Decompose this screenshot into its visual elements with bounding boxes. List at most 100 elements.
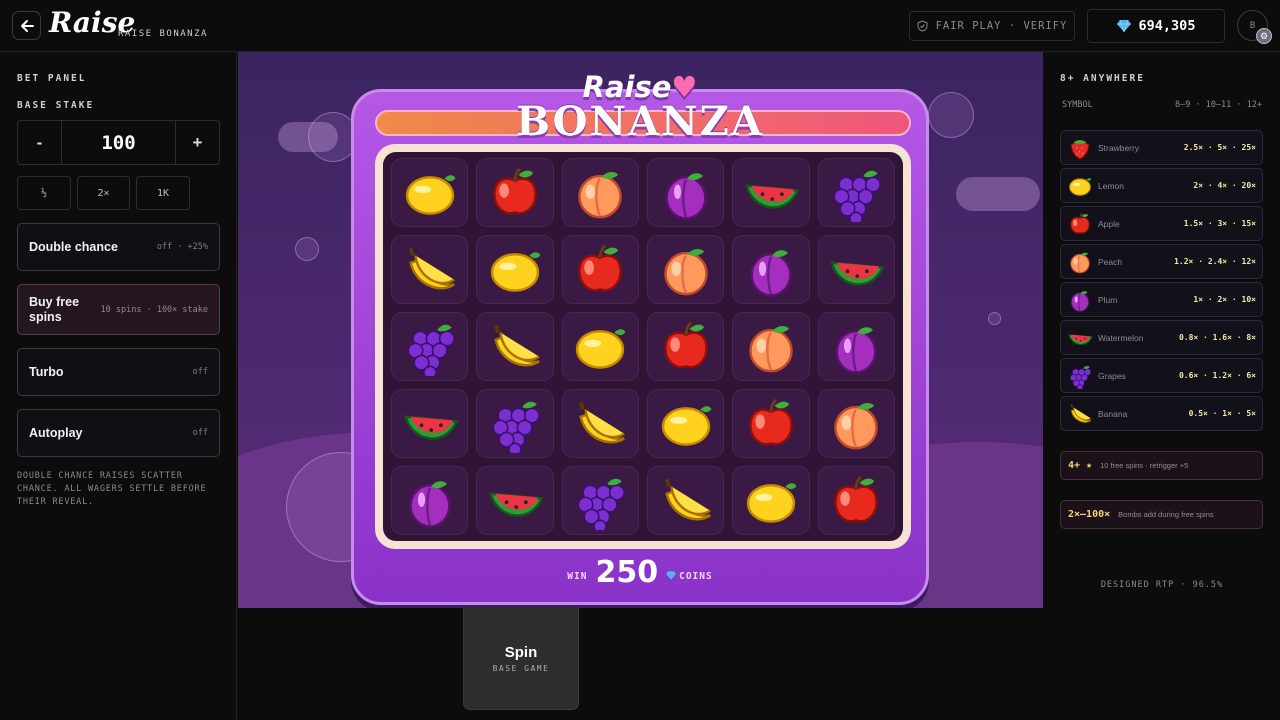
buy-free-spins-status: 10 spins · 100× stake [100, 304, 208, 315]
shield-check-icon [917, 20, 928, 32]
plum-icon [835, 326, 877, 374]
symbol-name: Apple [1098, 218, 1120, 229]
reel-cell [817, 158, 895, 227]
reel-cell [476, 312, 554, 381]
stake-decrease-button[interactable]: - [18, 121, 61, 164]
peach-icon [834, 402, 879, 449]
bomb-feature-row: 2×–100× Bombs add during free spins [1060, 500, 1263, 529]
grapes-icon [407, 324, 455, 376]
buy-free-spins-label: Buy free spins [29, 294, 80, 324]
banana-icon [408, 247, 455, 289]
reel-cell [732, 312, 810, 381]
autoplay-status: off [192, 428, 208, 438]
reel-cell [391, 312, 469, 381]
watermelon-icon [1065, 323, 1095, 353]
lemon-icon [1065, 171, 1095, 201]
spin-button[interactable]: Spin BASE GAME [463, 607, 579, 710]
apple-icon [493, 167, 537, 214]
stake-stepper: - 100 + [17, 120, 220, 165]
stake-half-button[interactable]: ½ [17, 176, 71, 210]
autoplay-toggle[interactable]: Autoplay off [17, 409, 220, 457]
symbol-name: Banana [1098, 408, 1128, 419]
paytable-row: Watermelon 0.8× · 1.6× · 8× [1060, 320, 1263, 355]
apple-icon [663, 321, 708, 368]
reel-cell [732, 389, 810, 458]
double-chance-toggle[interactable]: Double chance off · +25% [17, 223, 220, 271]
reel-grid [383, 152, 903, 541]
background-bubble [988, 312, 1001, 325]
avatar-badge-icon: ⚙ [1256, 28, 1272, 44]
coins-label: COINS [666, 571, 713, 582]
buy-free-spins-button[interactable]: Buy free spins 10 spins · 100× stake [17, 284, 220, 335]
plum-icon [750, 249, 792, 297]
watermelon-icon [745, 183, 800, 209]
background-cloud [956, 177, 1040, 211]
balance-value: 694,305 [1138, 18, 1196, 34]
symbol-payout: 2× · 4× · 20× [1193, 181, 1256, 190]
scatter-feature-row: 4+ ★ 10 free spins · retrigger +5 [1060, 451, 1263, 480]
turbo-toggle[interactable]: Turbo off [17, 348, 220, 396]
reel-cell [476, 466, 554, 535]
reel-cell [561, 389, 639, 458]
reel-cell [647, 389, 725, 458]
reel-cell [647, 466, 725, 535]
symbol-payout: 0.5× · 1× · 5× [1188, 409, 1256, 418]
symbol-name: Watermelon [1098, 332, 1144, 343]
background-bubble [295, 237, 319, 261]
game-name: RAISE BONANZA [118, 29, 208, 39]
stake-increase-button[interactable]: + [176, 121, 219, 164]
slot-machine-frame: Raise♥ BONANZA WIN 250 COINS [351, 70, 929, 605]
rtp-label: DESIGNED RTP · 96.5% [1100, 580, 1224, 590]
stake-double-button[interactable]: 2× [77, 176, 130, 210]
autoplay-label: Autoplay [29, 425, 83, 440]
watermelon-icon [830, 260, 885, 286]
fair-play-button[interactable]: FAIR PLAY · VERIFY [909, 11, 1075, 41]
symbol-payout: 1.2× · 2.4× · 12× [1174, 257, 1256, 266]
win-display: WIN 250 COINS [354, 552, 926, 592]
plum-icon [409, 480, 451, 528]
reel-cell [476, 235, 554, 304]
watermelon-icon [403, 414, 459, 440]
stake-value[interactable]: 100 [61, 121, 176, 164]
scatter-feature-key: 4+ ★ [1068, 460, 1093, 471]
avatar-initial: B [1249, 20, 1256, 31]
reel-cell [561, 158, 639, 227]
reel-cell [391, 158, 469, 227]
bet-note: DOUBLE CHANCE RAISES SCATTER CHANCE. ALL… [17, 471, 207, 507]
back-button[interactable] [12, 11, 41, 40]
reel-cell [561, 466, 639, 535]
turbo-status: off [192, 367, 208, 377]
stake-1k-button[interactable]: 1K [136, 176, 190, 210]
paytable-row: Strawberry 2.5× · 5× · 25× [1060, 130, 1263, 165]
symbol-name: Strawberry [1098, 142, 1140, 153]
double-chance-label: Double chance [29, 239, 118, 254]
paytable-row: Banana 0.5× · 1× · 5× [1060, 396, 1263, 431]
reel-cell [561, 235, 639, 304]
apple-icon [578, 244, 623, 291]
banana-icon [664, 478, 711, 520]
peach-icon [663, 248, 708, 295]
diamond-icon [666, 570, 677, 580]
symbol-column-header: SYMBOL [1062, 100, 1093, 110]
reel-cell [647, 312, 725, 381]
reel-cell [647, 235, 725, 304]
diamond-icon [1116, 20, 1131, 32]
plum-icon [665, 172, 707, 220]
reel-cell [391, 466, 469, 535]
reel-grid-border [375, 144, 911, 549]
paytable-row: Lemon 2× · 4× · 20× [1060, 168, 1263, 203]
bomb-feature-desc: Bombs add during free spins [1118, 510, 1214, 519]
reel-cell [391, 389, 469, 458]
symbol-name: Peach [1098, 256, 1123, 267]
reel-cell [732, 235, 810, 304]
paytable-title: 8+ ANYWHERE [1060, 73, 1145, 84]
paytable-row: Peach 1.2× · 2.4× · 12× [1060, 244, 1263, 279]
reel-cell [817, 235, 895, 304]
reel-cell [732, 158, 810, 227]
apple-icon [1065, 209, 1095, 239]
symbol-payout: 1× · 2× · 10× [1193, 295, 1256, 304]
spin-mode-label: BASE GAME [492, 663, 550, 673]
win-label: WIN [567, 570, 588, 582]
turbo-label: Turbo [29, 364, 64, 379]
plum-icon [1065, 285, 1095, 315]
